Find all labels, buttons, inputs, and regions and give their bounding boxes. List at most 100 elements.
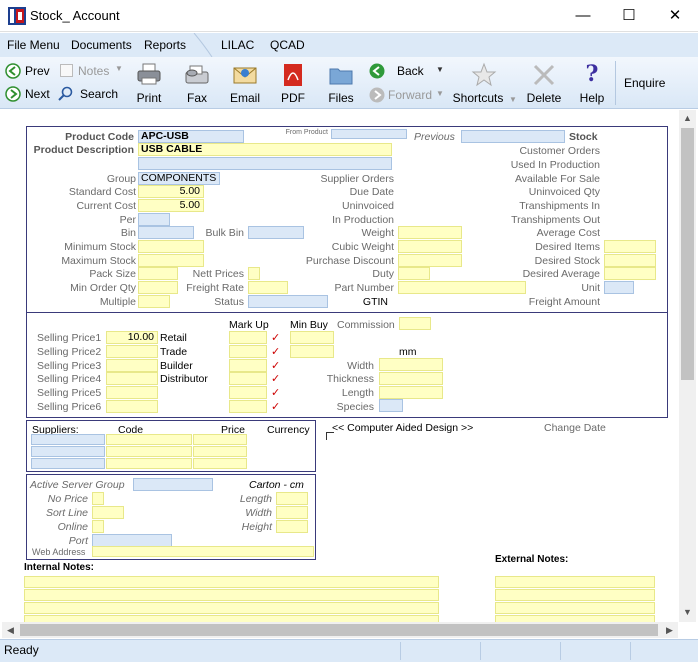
no-price-checkbox[interactable] <box>92 492 104 505</box>
mark-up-field[interactable] <box>229 345 267 358</box>
min-buy-field[interactable] <box>290 345 334 358</box>
carton-height-field[interactable] <box>276 520 308 533</box>
internal-notes-line[interactable] <box>24 602 439 614</box>
mark-up-field[interactable] <box>229 400 267 413</box>
internal-notes-line[interactable] <box>24 615 439 622</box>
thickness-field[interactable] <box>379 372 443 385</box>
horizontal-scroll-thumb[interactable] <box>20 624 658 636</box>
online-checkbox[interactable] <box>92 520 104 533</box>
bin-field[interactable] <box>138 226 194 239</box>
carton-length-field[interactable] <box>276 492 308 505</box>
prev-button[interactable]: Prev <box>5 63 51 80</box>
fax-button[interactable]: Fax <box>180 61 214 107</box>
commission-field[interactable] <box>399 317 431 330</box>
print-button[interactable]: Print <box>132 61 166 107</box>
horizontal-scrollbar[interactable]: ◀ ▶ <box>2 622 678 638</box>
computer-aided-design-link[interactable]: << Computer Aided Design >> <box>332 422 473 434</box>
supplier-code-cell[interactable] <box>106 446 192 457</box>
species-field[interactable] <box>379 399 403 412</box>
supplier-cell[interactable] <box>31 446 105 457</box>
unit-field[interactable] <box>604 281 634 294</box>
product-code-field[interactable]: APC-USB <box>138 130 244 143</box>
product-description-2-field[interactable] <box>138 157 392 170</box>
mark-up-field[interactable] <box>229 331 267 344</box>
mark-up-field[interactable] <box>229 359 267 372</box>
external-notes-line[interactable] <box>495 602 655 614</box>
menu-documents[interactable]: Documents <box>71 38 132 52</box>
next-button[interactable]: Next <box>5 86 51 103</box>
mark-up-field[interactable] <box>229 386 267 399</box>
selling-price-field[interactable]: 10.00 <box>106 331 158 344</box>
email-button[interactable]: Email <box>227 61 263 107</box>
selling-price-field[interactable] <box>106 345 158 358</box>
supplier-code-cell[interactable] <box>106 434 192 445</box>
selling-price-field[interactable] <box>106 386 158 399</box>
scroll-up-icon[interactable]: ▲ <box>679 110 696 127</box>
cubic-weight-field[interactable] <box>398 240 462 253</box>
scroll-right-icon[interactable]: ▶ <box>661 622 678 638</box>
files-button[interactable]: Files <box>323 61 359 107</box>
minimum-stock-field[interactable] <box>138 240 204 253</box>
carton-width-field[interactable] <box>276 506 308 519</box>
pack-size-field[interactable] <box>138 267 178 280</box>
group-field[interactable]: COMPONENTS <box>138 172 220 185</box>
desired-items-field[interactable] <box>604 240 656 253</box>
current-cost-field[interactable]: 5.00 <box>138 199 204 212</box>
maximize-icon[interactable]: ☐ <box>606 0 652 31</box>
back-button[interactable]: Back ▼ <box>369 63 445 80</box>
vertical-scrollbar[interactable]: ▲ ▼ <box>679 110 696 622</box>
menu-qcad[interactable]: QCAD <box>270 38 305 52</box>
nett-prices-checkbox[interactable] <box>248 267 260 280</box>
menu-file[interactable]: File Menu <box>7 38 60 52</box>
min-order-qty-field[interactable] <box>138 281 178 294</box>
pdf-button[interactable]: PDF <box>276 61 310 107</box>
multiple-field[interactable] <box>138 295 170 308</box>
selling-price-field[interactable] <box>106 372 158 385</box>
maximum-stock-field[interactable] <box>138 254 204 267</box>
purchase-discount-field[interactable] <box>398 254 462 267</box>
selling-price-field[interactable] <box>106 400 158 413</box>
duty-field[interactable] <box>398 267 430 280</box>
external-notes-line[interactable] <box>495 615 655 622</box>
scroll-left-icon[interactable]: ◀ <box>2 622 19 638</box>
active-server-group-field[interactable] <box>133 478 213 491</box>
standard-cost-field[interactable]: 5.00 <box>138 185 204 198</box>
previous-field[interactable] <box>461 130 565 143</box>
supplier-cell[interactable] <box>31 458 105 469</box>
notes-button[interactable]: Notes ▼ <box>60 63 126 80</box>
length-field[interactable] <box>379 386 443 399</box>
supplier-price-cell[interactable] <box>193 458 247 469</box>
freight-rate-field[interactable] <box>248 281 288 294</box>
min-buy-field[interactable] <box>290 331 334 344</box>
supplier-cell[interactable] <box>31 434 105 445</box>
menu-reports[interactable]: Reports <box>144 38 186 52</box>
help-button[interactable]: ? Help <box>575 61 609 107</box>
minimize-icon[interactable]: — <box>560 0 606 31</box>
per-field[interactable] <box>138 213 170 226</box>
external-notes-line[interactable] <box>495 576 655 588</box>
supplier-code-cell[interactable] <box>106 458 192 469</box>
supplier-price-cell[interactable] <box>193 434 247 445</box>
vertical-scroll-thumb[interactable] <box>681 128 694 380</box>
internal-notes-line[interactable] <box>24 589 439 601</box>
selling-price-field[interactable] <box>106 359 158 372</box>
supplier-price-cell[interactable] <box>193 446 247 457</box>
product-description-field[interactable]: USB CABLE <box>138 143 392 156</box>
weight-field[interactable] <box>398 226 462 239</box>
scroll-down-icon[interactable]: ▼ <box>679 604 696 621</box>
desired-average-field[interactable] <box>604 267 656 280</box>
shortcuts-button[interactable]: Shortcuts ▼ <box>450 61 520 107</box>
forward-button[interactable]: Forward ▼ <box>369 87 445 104</box>
web-address-field[interactable] <box>92 546 314 557</box>
search-button[interactable]: Search <box>58 86 120 103</box>
external-notes-line[interactable] <box>495 589 655 601</box>
enquire-button[interactable]: Enquire <box>624 76 665 90</box>
sort-line-field[interactable] <box>92 506 124 519</box>
mark-up-field[interactable] <box>229 372 267 385</box>
close-icon[interactable]: ✕ <box>652 0 698 31</box>
delete-button[interactable]: Delete <box>526 61 562 107</box>
width-field[interactable] <box>379 358 443 371</box>
from-product-field[interactable] <box>331 129 407 139</box>
desired-stock-field[interactable] <box>604 254 656 267</box>
internal-notes-line[interactable] <box>24 576 439 588</box>
